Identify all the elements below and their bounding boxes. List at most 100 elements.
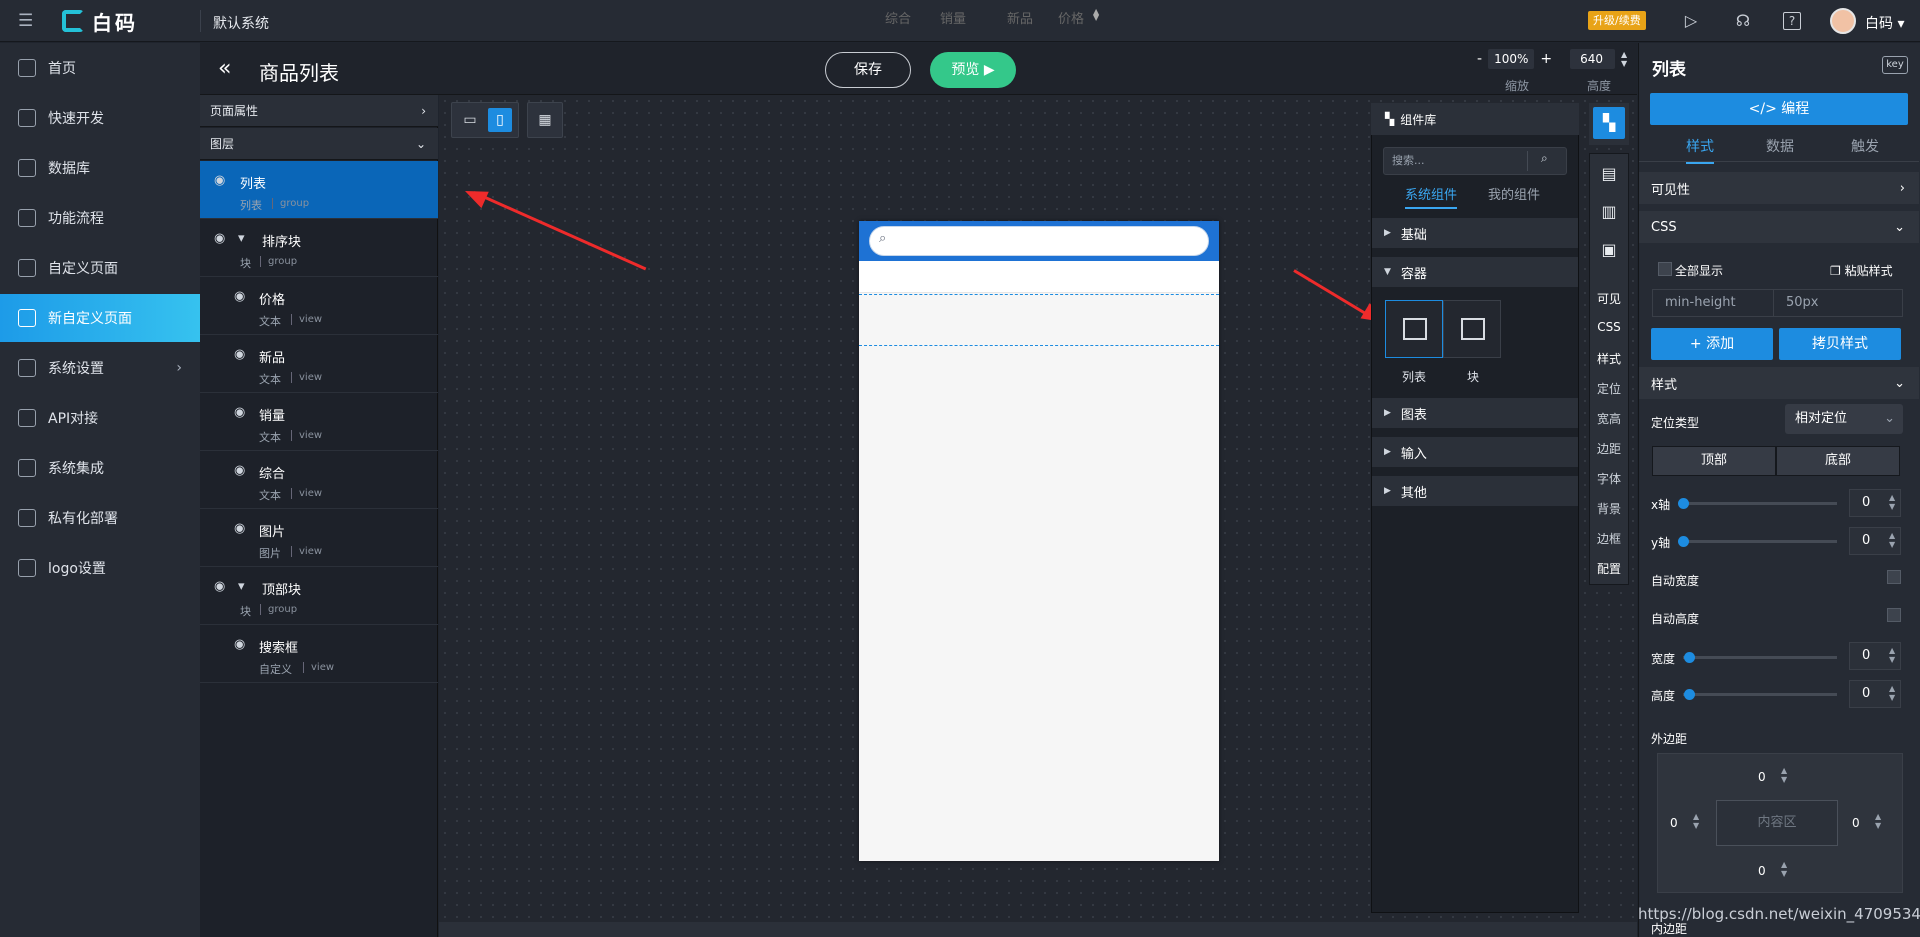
eye-icon[interactable]: ◉ <box>234 463 245 478</box>
eye-icon[interactable]: ◉ <box>214 579 225 594</box>
double-chevron-left-icon[interactable]: « <box>218 56 231 81</box>
x-axis-slider[interactable] <box>1683 502 1837 505</box>
sidebar-item[interactable]: 自定义页面 <box>0 244 200 292</box>
preview-button[interactable]: 预览 ▶ <box>930 52 1016 88</box>
width-stepper[interactable]: ▲ ▼ <box>1889 646 1895 664</box>
clipboard-icon[interactable]: ▤ <box>1598 163 1620 185</box>
image-icon[interactable]: ▣ <box>1598 239 1620 261</box>
sidebar-item[interactable]: 首页 <box>0 44 200 92</box>
zoom-in-button[interactable]: + <box>1540 51 1552 67</box>
height-prop-stepper[interactable]: ▲ ▼ <box>1889 684 1895 702</box>
strip-link[interactable]: 背景 <box>1590 500 1628 517</box>
play-circle-icon[interactable]: ▷ <box>1680 10 1702 32</box>
auto-height-checkbox[interactable] <box>1887 608 1901 622</box>
layer-item[interactable]: ◉ 图片 图片 view <box>200 509 438 567</box>
search-icon[interactable]: ⌕ <box>1541 151 1548 166</box>
css-value-input[interactable]: 50px <box>1773 289 1903 317</box>
page-properties-header[interactable]: 页面属性 › <box>200 95 438 127</box>
canvas-scrollbar[interactable] <box>439 922 1637 937</box>
visibility-section[interactable]: 可见性 › <box>1639 172 1919 204</box>
component-search-input[interactable]: 搜索... <box>1383 147 1567 175</box>
key-badge[interactable]: key <box>1882 56 1908 74</box>
x-axis-stepper[interactable]: ▲ ▼ <box>1889 493 1895 511</box>
user-name[interactable]: 白码 ▾ <box>1865 13 1904 33</box>
sidebar-item[interactable]: 数据库 <box>0 144 200 192</box>
component-list-card[interactable] <box>1385 300 1443 358</box>
width-slider[interactable] <box>1683 656 1837 659</box>
zoom-out-button[interactable]: - <box>1477 51 1482 67</box>
sidebar-item[interactable]: 私有化部署 <box>0 494 200 542</box>
sort-icon[interactable]: ▲ ▼ <box>1093 8 1099 22</box>
layer-item[interactable]: ◉ 列表 列表 group <box>200 161 438 219</box>
style-section[interactable]: 样式 ⌄ <box>1639 367 1919 399</box>
layers-header[interactable]: 图层 ⌄ <box>200 128 438 160</box>
phone-list-container[interactable] <box>859 294 1219 346</box>
tab-data[interactable]: 数据 <box>1766 136 1794 156</box>
caret-down-icon[interactable]: ▾ <box>238 231 245 246</box>
support-headset-icon[interactable]: ☊ <box>1732 10 1754 32</box>
margin-bottom-stepper[interactable]: ▲ ▼ <box>1781 860 1787 878</box>
category-other[interactable]: ▶ 其他 <box>1372 476 1578 506</box>
layer-item[interactable]: ◉ 销量 文本 view <box>200 393 438 451</box>
eye-icon[interactable]: ◉ <box>214 173 225 188</box>
css-property-input[interactable]: min-height <box>1652 289 1774 317</box>
strip-link[interactable]: 配置 <box>1590 560 1628 577</box>
layer-item[interactable]: ◉ 价格 文本 view <box>200 277 438 335</box>
margin-top-value[interactable]: 0 <box>1758 770 1766 784</box>
auto-width-checkbox[interactable] <box>1887 570 1901 584</box>
category-chart[interactable]: ▶ 图表 <box>1372 398 1578 428</box>
strip-link[interactable]: CSS <box>1590 320 1628 334</box>
upgrade-badge[interactable]: 升级/续费 <box>1588 11 1646 30</box>
y-axis-slider-knob[interactable] <box>1678 536 1689 547</box>
height-slider[interactable] <box>1683 693 1837 696</box>
category-container[interactable]: ▼ 容器 <box>1372 257 1578 287</box>
seg-top-button[interactable]: 顶部 <box>1652 446 1776 476</box>
phone-tab[interactable]: 综合 <box>885 8 911 27</box>
strip-link[interactable]: 边距 <box>1590 440 1628 457</box>
margin-bottom-value[interactable]: 0 <box>1758 864 1766 878</box>
margin-right-stepper[interactable]: ▲ ▼ <box>1875 812 1881 830</box>
layer-item[interactable]: ◉ ▾ 顶部块块 group <box>200 567 438 625</box>
strip-link[interactable]: 宽高 <box>1590 410 1628 427</box>
y-axis-slider[interactable] <box>1683 540 1837 543</box>
mobile-icon[interactable]: ▯ <box>488 108 512 132</box>
grid-icon[interactable]: ▦ <box>533 108 557 132</box>
strip-link[interactable]: 可见 <box>1590 290 1628 307</box>
zoom-value[interactable]: 100% <box>1488 49 1535 69</box>
sidebar-item[interactable]: 功能流程 <box>0 194 200 242</box>
avatar[interactable] <box>1830 8 1856 34</box>
strip-link[interactable]: 字体 <box>1590 470 1628 487</box>
tab-style[interactable]: 样式 <box>1686 136 1714 164</box>
sidebar-item[interactable]: 新自定义页面 <box>0 294 200 342</box>
code-button[interactable]: </> 编程 <box>1650 93 1908 125</box>
height-stepper[interactable]: ▲ ▼ <box>1621 50 1627 68</box>
strip-link[interactable]: 定位 <box>1590 380 1628 397</box>
margin-right-value[interactable]: 0 <box>1852 816 1860 830</box>
height-slider-knob[interactable] <box>1684 689 1695 700</box>
layer-item[interactable]: ◉ ▾ 排序块块 group <box>200 219 438 277</box>
margin-top-stepper[interactable]: ▲ ▼ <box>1781 766 1787 784</box>
paste-style-button[interactable]: ❐ 粘贴样式 <box>1830 262 1893 279</box>
strip-link[interactable]: 边框 <box>1590 530 1628 547</box>
eye-icon[interactable]: ◉ <box>234 521 245 536</box>
category-basic[interactable]: ▶ 基础 <box>1372 218 1578 248</box>
eye-icon[interactable]: ◉ <box>234 347 245 362</box>
layer-item[interactable]: ◉ 搜索框 自定义 view <box>200 625 438 683</box>
phone-search-input[interactable] <box>869 226 1209 256</box>
layout-icon[interactable]: ▥ <box>1598 201 1620 223</box>
component-block-card[interactable] <box>1443 300 1501 358</box>
margin-left-stepper[interactable]: ▲ ▼ <box>1693 812 1699 830</box>
help-icon[interactable]: ? <box>1783 12 1801 30</box>
system-name[interactable]: 默认系统 <box>213 13 269 33</box>
app-logo[interactable]: 白码 <box>62 9 138 35</box>
layer-item[interactable]: ◉ 综合 文本 view <box>200 451 438 509</box>
phone-tab[interactable]: 价格 <box>1058 8 1084 27</box>
seg-bottom-button[interactable]: 底部 <box>1776 446 1900 476</box>
apps-icon[interactable]: ▚ <box>1593 107 1625 139</box>
width-slider-knob[interactable] <box>1684 652 1695 663</box>
sidebar-item[interactable]: 系统集成 <box>0 444 200 492</box>
category-input[interactable]: ▶ 输入 <box>1372 437 1578 467</box>
layer-item[interactable]: ◉ 新品 文本 view <box>200 335 438 393</box>
strip-link[interactable]: 样式 <box>1590 350 1628 367</box>
caret-down-icon[interactable]: ▾ <box>238 579 245 594</box>
